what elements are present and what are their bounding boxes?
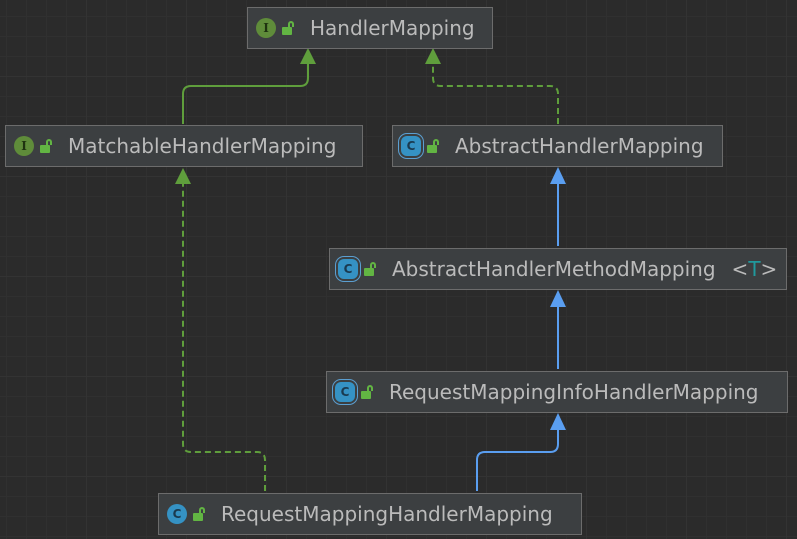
node-label: RequestMappingHandlerMapping: [221, 502, 553, 526]
node-label: HandlerMapping: [310, 16, 475, 40]
public-lock-icon: [427, 139, 439, 153]
edge-matchable-to-handlermapping: [182, 62, 309, 124]
edge-abstract-to-handlermapping: [432, 62, 559, 124]
node-label: AbstractHandlerMapping: [455, 134, 704, 158]
public-lock-icon: [361, 385, 373, 399]
public-lock-icon: [193, 507, 205, 521]
type-parameter: <T>: [731, 257, 778, 281]
node-abstract-handler-method-mapping[interactable]: C AbstractHandlerMethodMapping <T>: [329, 248, 787, 290]
abstract-class-icon: C: [335, 382, 355, 402]
public-lock-icon: [364, 262, 376, 276]
class-icon: C: [167, 504, 187, 524]
arrowhead-blue: [550, 290, 566, 307]
arrowhead-blue: [550, 413, 566, 430]
node-handler-mapping[interactable]: I HandlerMapping: [247, 7, 493, 49]
abstract-class-icon: C: [401, 136, 421, 156]
node-label: AbstractHandlerMethodMapping: [392, 257, 716, 281]
node-request-mapping-info-handler-mapping[interactable]: C RequestMappingInfoHandlerMapping: [326, 371, 788, 413]
node-label: MatchableHandlerMapping: [68, 134, 337, 158]
node-abstract-handler-mapping[interactable]: C AbstractHandlerMapping: [392, 125, 723, 167]
arrowhead-green: [300, 48, 316, 64]
arrowhead-green: [425, 48, 441, 64]
node-label: RequestMappingInfoHandlerMapping: [389, 380, 759, 404]
arrowhead-green: [175, 168, 191, 184]
node-matchable-handler-mapping[interactable]: I MatchableHandlerMapping: [5, 125, 363, 167]
uml-class-diagram: I HandlerMapping I MatchableHandlerMappi…: [0, 0, 797, 539]
edge-handler-to-info: [476, 428, 559, 491]
interface-icon: I: [256, 18, 276, 38]
arrowhead-blue: [550, 167, 566, 184]
public-lock-icon: [40, 139, 52, 153]
abstract-class-icon: C: [338, 259, 358, 279]
interface-icon: I: [14, 136, 34, 156]
node-request-mapping-handler-mapping[interactable]: C RequestMappingHandlerMapping: [158, 493, 582, 535]
public-lock-icon: [282, 21, 294, 35]
edge-handler-to-matchable: [182, 184, 266, 491]
